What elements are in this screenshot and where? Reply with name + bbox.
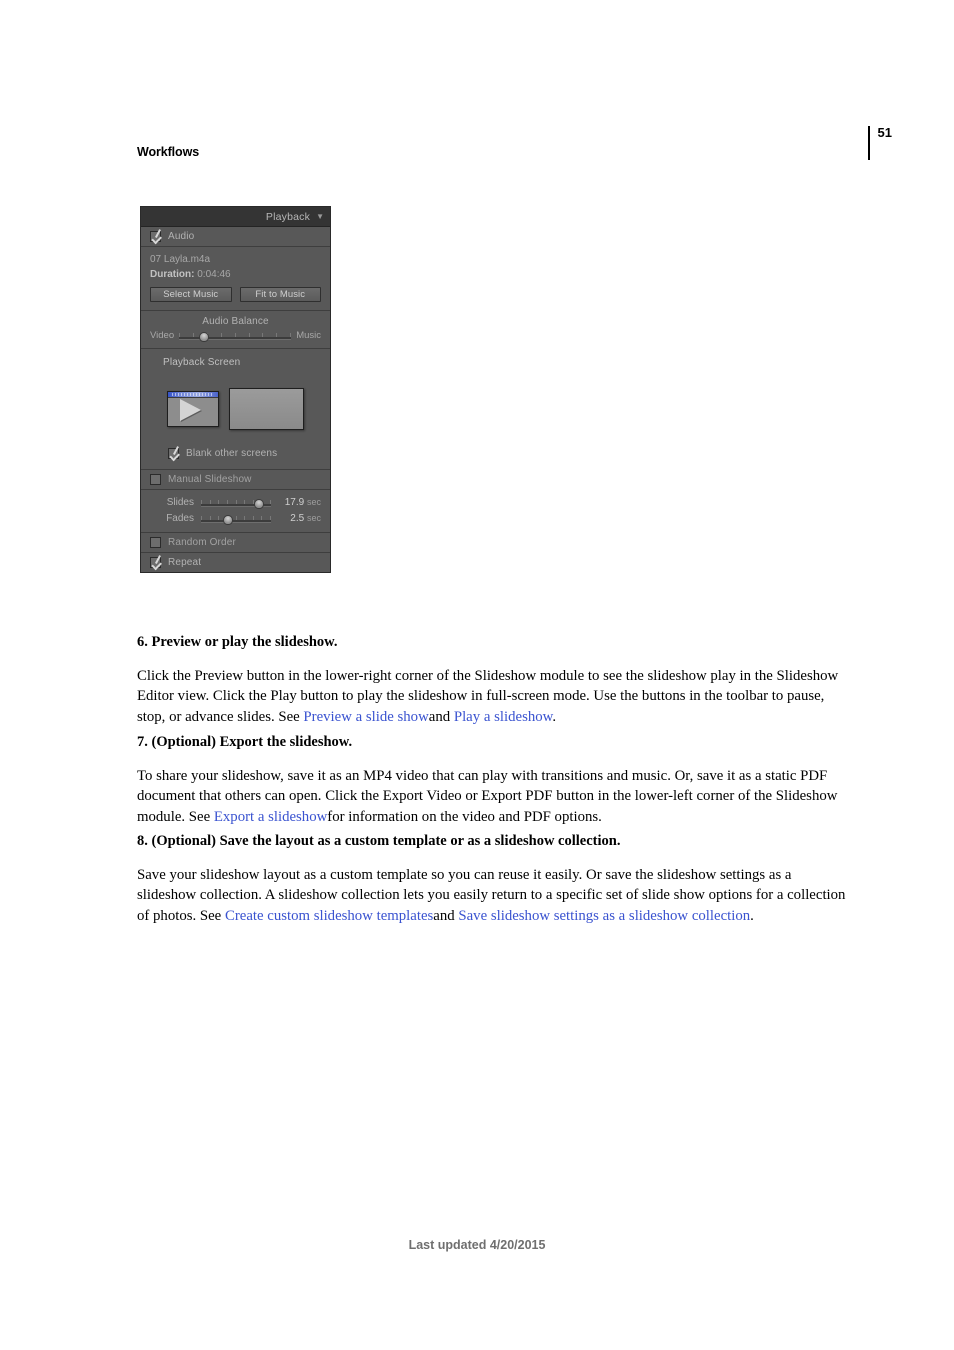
chevron-down-icon[interactable]: ▼ bbox=[316, 212, 324, 221]
music-duration-label: Duration: bbox=[150, 269, 195, 280]
fades-value-number: 2.5 bbox=[290, 513, 305, 524]
slides-value-number: 17.9 bbox=[284, 497, 305, 508]
fades-slider[interactable] bbox=[201, 514, 271, 525]
link-export-a-slideshow[interactable]: Export a slideshow bbox=[214, 809, 327, 825]
random-order-row[interactable]: Random Order bbox=[141, 533, 330, 552]
monitor-titlebar bbox=[168, 392, 218, 398]
repeat-section: Repeat bbox=[141, 553, 330, 572]
random-order-checkbox[interactable] bbox=[150, 537, 161, 548]
step-7-block: 7. (Optional) Export the slideshow. To s… bbox=[137, 734, 851, 827]
slider-ticks bbox=[179, 332, 292, 337]
audio-balance-section: Audio Balance Video Music bbox=[141, 311, 330, 349]
audio-section: Audio bbox=[141, 227, 330, 247]
audio-info-section: 07 Layla.m4a Duration: 0:04:46 Select Mu… bbox=[141, 247, 330, 311]
step-8-heading: 8. (Optional) Save the layout as a custo… bbox=[137, 833, 621, 849]
music-button-row: Select Music Fit to Music bbox=[150, 287, 321, 302]
timing-section: Slides 17.9 sec Fades 2.5 sec bbox=[141, 490, 330, 533]
fit-to-music-button[interactable]: Fit to Music bbox=[239, 287, 321, 302]
link-preview-a-slide-show[interactable]: Preview a slide show bbox=[303, 709, 428, 725]
blank-other-screens-row[interactable]: Blank other screens bbox=[150, 448, 321, 459]
page-header: Workflows bbox=[137, 143, 868, 165]
repeat-checkbox[interactable] bbox=[150, 557, 161, 568]
step-7-paragraph: To share your slideshow, save it as an M… bbox=[137, 766, 851, 827]
slider-ticks bbox=[201, 515, 271, 520]
audio-label: Audio bbox=[168, 231, 195, 242]
slides-slider[interactable] bbox=[201, 498, 271, 509]
slider-knob[interactable] bbox=[198, 331, 209, 342]
playback-screen-section: Playback Screen Blank other screens bbox=[141, 349, 330, 470]
playback-panel-title: Playback bbox=[265, 210, 311, 223]
step-6-block: 6. Preview or play the slideshow. Click … bbox=[137, 634, 851, 727]
step-7-heading: 7. (Optional) Export the slideshow. bbox=[137, 734, 353, 750]
music-track-name: 07 Layla.m4a bbox=[150, 254, 211, 265]
step-8-block: 8. (Optional) Save the layout as a custo… bbox=[137, 833, 851, 926]
slider-track bbox=[201, 519, 271, 523]
repeat-row[interactable]: Repeat bbox=[141, 553, 330, 572]
slides-value-unit: sec bbox=[306, 497, 321, 507]
audio-toggle-row[interactable]: Audio bbox=[141, 227, 330, 246]
step-8-paragraph: Save your slideshow layout as a custom t… bbox=[137, 865, 851, 926]
blank-other-screens-label: Blank other screens bbox=[186, 448, 278, 459]
music-duration-value: 0:04:46 bbox=[197, 269, 231, 280]
step-8-text-3: . bbox=[750, 907, 754, 924]
slides-label: Slides bbox=[166, 497, 194, 508]
step-8-text-2: and bbox=[433, 907, 459, 924]
playback-screen-chooser bbox=[150, 388, 321, 430]
manual-slideshow-section: Manual Slideshow bbox=[141, 470, 330, 490]
page-footer: Last updated 4/20/2015 bbox=[408, 1238, 546, 1252]
repeat-label: Repeat bbox=[168, 557, 202, 568]
slider-knob[interactable] bbox=[254, 498, 265, 509]
audio-balance-title: Audio Balance bbox=[202, 316, 269, 327]
step-6-heading: 6. Preview or play the slideshow. bbox=[137, 634, 338, 650]
link-save-slideshow-settings[interactable]: Save slideshow settings as a slideshow c… bbox=[458, 908, 750, 924]
playback-panel: Playback ▼ Audio 07 Layla.m4a Duration: … bbox=[140, 206, 331, 573]
fades-value-unit: sec bbox=[306, 513, 321, 523]
play-triangle-icon bbox=[180, 399, 201, 421]
fades-value[interactable]: 2.5 sec bbox=[271, 513, 321, 524]
random-order-section: Random Order bbox=[141, 533, 330, 553]
manual-slideshow-label: Manual Slideshow bbox=[168, 474, 252, 485]
playback-screen-title: Playback Screen bbox=[163, 357, 241, 368]
step-6-text-2: and bbox=[428, 708, 454, 725]
slider-knob[interactable] bbox=[223, 514, 234, 525]
step-6-text-3: . bbox=[552, 708, 557, 725]
random-order-label: Random Order bbox=[168, 537, 236, 548]
blank-other-screens-checkbox[interactable] bbox=[168, 448, 179, 459]
step-7-text-2: for information on the video and PDF opt… bbox=[327, 808, 602, 825]
slider-track bbox=[179, 336, 292, 340]
playback-panel-header[interactable]: Playback ▼ bbox=[141, 207, 330, 227]
manual-slideshow-checkbox[interactable] bbox=[150, 474, 161, 485]
audio-balance-music-label: Music bbox=[296, 330, 321, 341]
slides-value[interactable]: 17.9 sec bbox=[271, 497, 321, 508]
link-create-custom-slideshow-templates[interactable]: Create custom slideshow templates bbox=[225, 908, 433, 924]
select-music-button[interactable]: Select Music bbox=[150, 287, 232, 302]
manual-slideshow-row[interactable]: Manual Slideshow bbox=[141, 470, 330, 489]
slides-row: Slides 17.9 sec bbox=[150, 497, 321, 509]
link-play-a-slideshow[interactable]: Play a slideshow bbox=[454, 709, 553, 725]
page-title: Workflows bbox=[137, 145, 200, 159]
monitor-play-icon[interactable] bbox=[167, 391, 219, 427]
page-number-block: 51 bbox=[867, 125, 892, 162]
music-duration: Duration: 0:04:46 bbox=[150, 269, 321, 280]
audio-balance-slider[interactable] bbox=[179, 331, 292, 342]
page-number: 51 bbox=[877, 125, 892, 140]
audio-balance-video-label: Video bbox=[150, 330, 175, 341]
monitor-blank-icon[interactable] bbox=[229, 388, 304, 430]
step-6-paragraph: Click the Preview button in the lower-ri… bbox=[137, 666, 851, 727]
fades-label: Fades bbox=[166, 513, 194, 524]
audio-checkbox[interactable] bbox=[150, 231, 161, 242]
page-number-rule bbox=[867, 126, 870, 160]
fades-row: Fades 2.5 sec bbox=[150, 513, 321, 525]
